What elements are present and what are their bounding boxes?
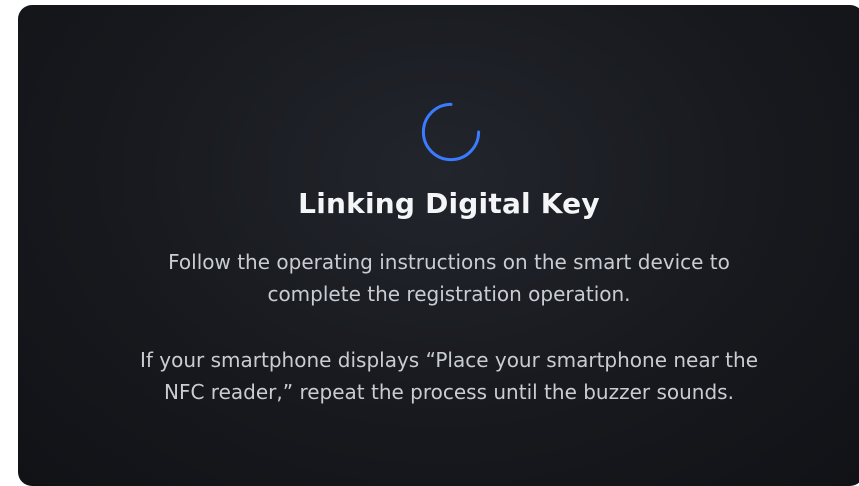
digital-key-dialog: Linking Digital Key Follow the operating… bbox=[18, 5, 859, 486]
nfc-note-line: NFC reader,” repeat the process until th… bbox=[164, 380, 734, 404]
nfc-note-line: If your smartphone displays “Place your … bbox=[140, 348, 758, 372]
instruction-line: Follow the operating instructions on the… bbox=[168, 250, 730, 274]
nfc-note-text: If your smartphone displays “Place your … bbox=[18, 344, 859, 408]
instruction-text: Follow the operating instructions on the… bbox=[18, 246, 859, 310]
instruction-line: complete the registration operation. bbox=[267, 282, 631, 306]
dialog-title: Linking Digital Key bbox=[298, 187, 600, 220]
loading-spinner-icon bbox=[421, 102, 481, 162]
